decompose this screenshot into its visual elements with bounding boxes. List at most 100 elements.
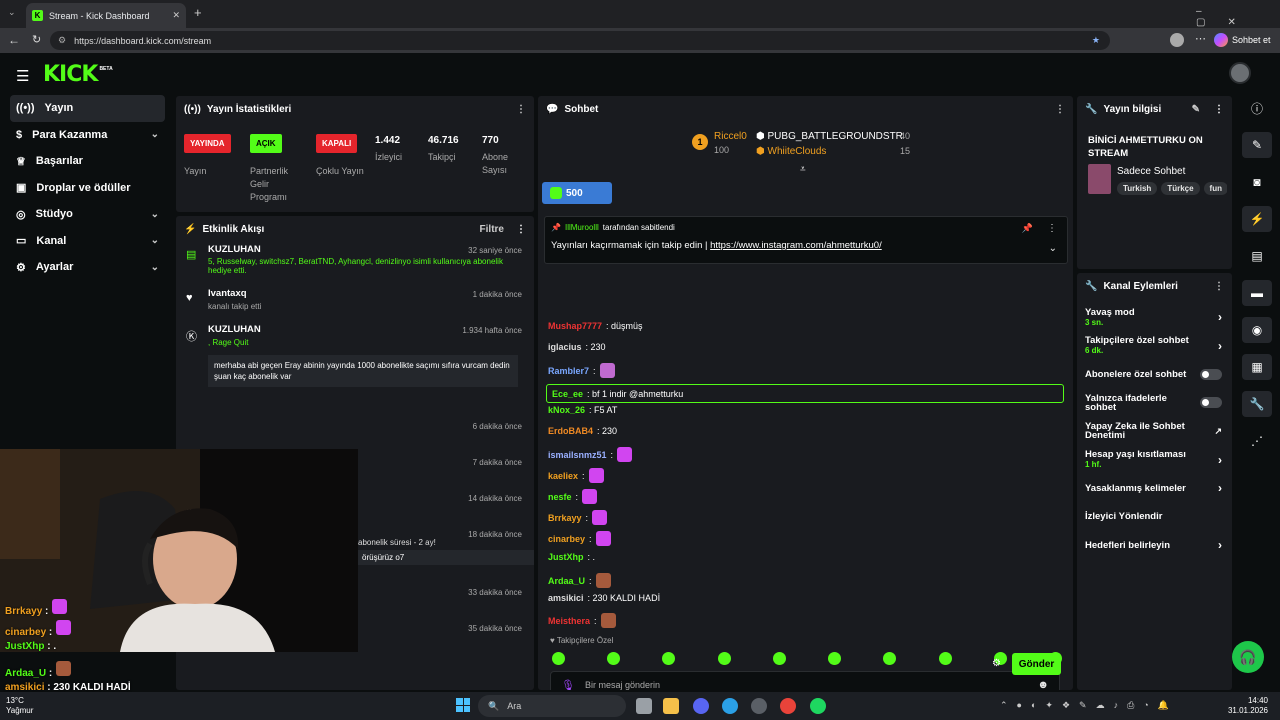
more-options-icon[interactable]: ⋮ — [516, 104, 526, 115]
camera-icon[interactable]: ◙ — [1242, 169, 1272, 195]
chat-button[interactable]: Sohbet et — [1214, 33, 1271, 47]
channel-action-row[interactable]: Hedefleri belirleyin › — [1077, 531, 1232, 560]
send-button[interactable]: Gönder — [1012, 653, 1061, 675]
chat-username[interactable]: iglacius — [548, 342, 582, 352]
chat-username[interactable]: cinarbey — [548, 534, 585, 544]
more-options-icon[interactable]: ⋮ — [1055, 104, 1065, 115]
chat-username[interactable]: Ardaa_U — [548, 576, 585, 586]
channel-action-row[interactable]: Abonelere özel sohbet — [1077, 360, 1232, 389]
spotify-icon[interactable] — [810, 698, 826, 714]
system-tray-icons[interactable]: ⌃●◐✦❖✎☁♪⎙◔🔔 — [1000, 700, 1178, 711]
chat-username[interactable]: ismailsnmz51 — [548, 450, 607, 460]
chat-emote-icon[interactable] — [592, 510, 608, 525]
chat-username[interactable]: Rambler7 — [548, 366, 589, 376]
unpin-icon[interactable]: 📌 — [1022, 223, 1033, 234]
tag[interactable]: Turkish — [1117, 182, 1158, 195]
weather-widget[interactable]: 13°C Yağmur — [6, 696, 33, 716]
stream-category[interactable]: Sadece Sohbet — [1117, 166, 1185, 177]
support-headset-icon[interactable]: 🎧 — [1232, 641, 1264, 673]
tag[interactable]: Türkçe — [1161, 182, 1200, 195]
chat-emote-icon[interactable] — [582, 489, 598, 504]
sidebar-item-basarilar[interactable]: ♕ Başarılar — [10, 148, 165, 175]
chat-username[interactable]: JustXhp — [548, 552, 584, 562]
browser-tab[interactable]: K Stream - Kick Dashboard ✕ — [26, 3, 186, 28]
new-tab-icon[interactable]: + — [194, 5, 202, 20]
chat-emote-icon[interactable] — [600, 613, 616, 628]
channel-action-row[interactable]: Yasaklanmış kelimeler › — [1077, 474, 1232, 503]
discord-icon[interactable] — [693, 698, 709, 714]
more-options-icon[interactable]: ⋮ — [1214, 281, 1224, 292]
channel-action-row[interactable]: Takipçilere özel sohbet 6 dk. › — [1077, 332, 1232, 361]
browser-menu-icon[interactable]: ⋯ — [1195, 32, 1206, 45]
microphone-icon[interactable]: 🎙 — [561, 679, 575, 691]
chat-emote-icon[interactable] — [588, 468, 604, 483]
chat-username[interactable]: Brrkayy — [548, 513, 582, 523]
expand-leaderboard-icon[interactable]: ⩡ — [800, 164, 806, 175]
sidebar-item-studyo[interactable]: ◎ Stüdyo ⌄ — [10, 201, 165, 228]
close-tab-icon[interactable]: ✕ — [172, 10, 180, 21]
goal-bar[interactable]: 500 — [542, 182, 612, 204]
url-field[interactable]: ⚙ https://dashboard.kick.com/stream ★ — [50, 31, 1110, 50]
leader-name[interactable]: Riccel0 — [714, 131, 747, 142]
info-icon[interactable]: ⓘ — [1242, 95, 1272, 121]
quick-emote-icon[interactable] — [938, 652, 952, 665]
quick-emote-icon[interactable] — [717, 652, 731, 665]
pinned-link[interactable]: https://www.instagram.com/ahmetturku0/ — [710, 240, 882, 251]
obs-icon[interactable] — [751, 698, 767, 714]
channel-action-row[interactable]: Hesap yaşı kısıtlaması 1 hf. › — [1077, 446, 1232, 475]
quick-emote-icon[interactable] — [662, 652, 676, 665]
chat-username[interactable]: Meisthera — [548, 616, 590, 626]
edit-pencil-icon[interactable]: ✎ — [1242, 132, 1272, 158]
chat-username[interactable]: kNox_26 — [548, 405, 585, 415]
channel-action-row[interactable]: Yavaş mod 3 sn. › — [1077, 303, 1232, 332]
toggle-switch[interactable] — [1200, 397, 1222, 409]
chat-emote-icon[interactable] — [599, 363, 615, 378]
quick-emote-icon[interactable] — [552, 652, 565, 665]
chat-username[interactable]: nesfe — [548, 492, 572, 502]
tab-menu-icon[interactable]: ⌄ — [8, 7, 16, 18]
file-explorer-icon[interactable] — [663, 698, 679, 714]
back-icon[interactable]: ← — [8, 33, 20, 47]
chat-username[interactable]: amsikici — [548, 593, 584, 603]
chat-input[interactable]: 🎙 Bir mesaj gönderin ☻ — [550, 671, 1060, 690]
wrench-icon[interactable]: 🔧 — [1242, 391, 1272, 417]
kick-logo[interactable]: KICK BETA — [43, 62, 113, 87]
chat-bubble-icon[interactable]: ▬ — [1242, 280, 1272, 306]
window-controls[interactable]: –▢✕ — [1196, 6, 1280, 28]
chat-username[interactable]: ErdoBAB4 — [548, 426, 593, 436]
quick-emote-icon[interactable] — [883, 652, 897, 665]
mod-tools-icon[interactable]: ⋰ — [1242, 428, 1272, 454]
channel-action-row[interactable]: İzleyici Yönlendir — [1077, 503, 1232, 532]
reload-icon[interactable]: ↻ — [32, 33, 41, 46]
profile-avatar[interactable] — [1170, 33, 1184, 47]
clock[interactable]: 14:40 31.01.2026 — [1224, 696, 1268, 716]
chat-username[interactable]: Mushap7777 — [548, 321, 602, 331]
quick-emote-icon[interactable] — [772, 652, 786, 665]
chat-emote-icon[interactable] — [595, 573, 611, 588]
filter-button[interactable]: Filtre — [480, 224, 504, 235]
document-icon[interactable]: ▤ — [1242, 243, 1272, 269]
stats-icon[interactable]: ▦ — [1242, 354, 1272, 380]
chrome-icon[interactable] — [780, 698, 796, 714]
chat-username[interactable]: Ece_ee — [552, 389, 583, 399]
lightning-icon[interactable]: ⚡ — [1242, 206, 1272, 232]
sidebar-item-para-kazanma[interactable]: $ Para Kazanma ⌄ — [10, 122, 165, 149]
sidebar-item-droplar[interactable]: ▣ Droplar ve ödüller — [10, 175, 165, 202]
sidebar-item-yayin[interactable]: ((•)) Yayın — [10, 95, 165, 122]
chat-emote-icon[interactable] — [617, 447, 633, 462]
chat-username[interactable]: kaeliex — [548, 471, 578, 481]
user-avatar[interactable] — [1229, 62, 1251, 84]
more-options-icon[interactable]: ⋮ — [1214, 104, 1224, 115]
sidebar-item-ayarlar[interactable]: ⚙ Ayarlar ⌄ — [10, 254, 165, 281]
tag[interactable]: fun — [1203, 182, 1227, 195]
task-view-icon[interactable] — [636, 698, 652, 714]
chat-emote-icon[interactable] — [595, 531, 611, 546]
channel-action-row[interactable]: Yapay Zeka ile Sohbet Denetimi ↗ — [1077, 417, 1232, 446]
more-options-icon[interactable]: ⋮ — [1047, 223, 1057, 234]
edge-icon[interactable] — [722, 698, 738, 714]
hamburger-menu-icon[interactable]: ☰ — [16, 67, 29, 85]
taskbar-search[interactable]: 🔍 Ara — [478, 695, 626, 717]
quick-emote-icon[interactable] — [828, 652, 842, 665]
toggle-switch[interactable] — [1200, 368, 1222, 380]
channel-action-row[interactable]: Yalnızca ifadelerle sohbet — [1077, 389, 1232, 418]
